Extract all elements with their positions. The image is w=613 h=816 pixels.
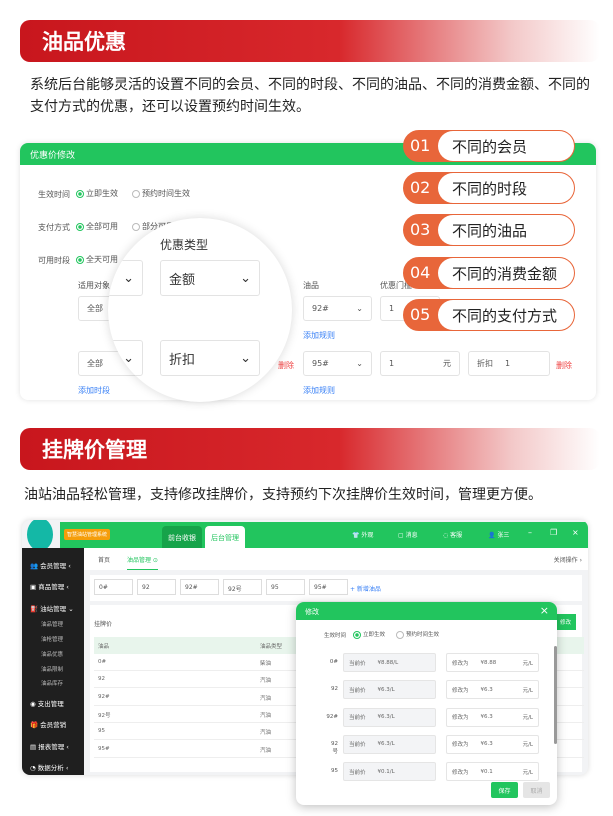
current-price-field: 当前价 ¥6.3/L <box>343 734 436 754</box>
page-tab-home[interactable]: 首页 <box>98 555 110 564</box>
sidebar: 👥 会员管理 ‹ ▣ 商品管理 ‹ ⛽ 油站管理 ⌄ 油品管理 油枪管理 油品优… <box>22 548 84 775</box>
delete-link-3[interactable]: 删除 <box>556 360 572 371</box>
oil-chip[interactable]: 95# <box>309 579 348 595</box>
section2-description: 油站油品轻松管理，支持修改挂牌价，支持预约下次挂牌价生效时间，管理更方便。 <box>24 487 542 503</box>
badge-01: 01 不同的会员 <box>403 130 575 162</box>
oil-chip[interactable]: 92# <box>180 579 219 595</box>
modal-header: 修改 × <box>296 602 557 620</box>
section2-header: 挂牌价管理 <box>20 428 600 470</box>
add-rule-link-1[interactable]: 添加规则 <box>303 330 335 341</box>
logo-icon <box>27 520 53 551</box>
minimize-icon[interactable]: – <box>528 528 532 537</box>
section1-header: 油品优惠 <box>20 20 600 62</box>
modal-oil-label: 92 <box>331 686 338 693</box>
badge-05: 05 不同的支付方式 <box>403 299 575 331</box>
modal-oil-label: 92号 <box>331 740 338 755</box>
add-rule-link-2[interactable]: 添加规则 <box>303 385 335 396</box>
badge-03: 03 不同的油品 <box>403 214 575 246</box>
modal-scrollbar[interactable] <box>554 646 557 744</box>
oil-chip[interactable]: 95 <box>266 579 305 595</box>
target-select-zoom-2[interactable]: ⌄ <box>108 340 143 376</box>
messages-button[interactable]: ▢ 消息 <box>398 530 418 539</box>
page-tab-oil[interactable]: 油品管理 ⊙ <box>127 555 158 570</box>
section1-title: 油品优惠 <box>42 30 126 54</box>
discount-input-2[interactable]: 折扣 1 <box>468 351 550 376</box>
tab-backend[interactable]: 后台管理 <box>205 526 245 548</box>
cancel-button[interactable]: 取消 <box>523 782 550 798</box>
tab-front-cashier[interactable]: 前台收银 <box>162 526 202 548</box>
target-select-zoom[interactable]: ⌄ <box>108 260 143 296</box>
current-price-field: 当前价 ¥6.3/L <box>343 680 436 700</box>
add-period-link[interactable]: 添加时段 <box>78 385 110 396</box>
delete-link-2[interactable]: 删除 <box>278 360 294 371</box>
section1-description: 系统后台能够灵活的设置不同的会员、不同的时段、不同的油品、不同的消费金额、不同的… <box>30 77 590 115</box>
new-price-input[interactable]: 修改为 ¥0.1 元/L <box>446 762 539 782</box>
target-col-label: 适用对象 <box>78 281 110 290</box>
edit-button[interactable]: 修改 <box>554 614 576 630</box>
close-ops[interactable]: 关闭操作 › <box>554 555 582 564</box>
badge-04: 04 不同的消费金额 <box>403 257 575 289</box>
sidebar-item-goods[interactable]: ▣ 商品管理 ‹ <box>30 581 69 591</box>
current-price-field: 当前价 ¥8.88/L <box>343 653 436 672</box>
close-icon[interactable]: × <box>572 528 579 537</box>
section2-title: 挂牌价管理 <box>42 438 147 462</box>
magnifier: 优惠类型 ⌄ 金额 ⌄ ⌄ 折扣 ⌄ <box>108 218 292 402</box>
sidebar-item-members[interactable]: 👥 会员管理 ‹ <box>30 560 71 570</box>
oil-chip[interactable]: 92号 <box>223 579 262 595</box>
modal-oil-label: 95 <box>331 768 338 775</box>
appearance-button[interactable]: 👕 外观 <box>352 530 373 539</box>
sidebar-sub-discount[interactable]: 油品优惠 <box>41 650 63 658</box>
current-price-field: 当前价 ¥6.3/L <box>343 707 436 727</box>
oil-chip[interactable]: 92 <box>137 579 176 595</box>
radio-scheduled[interactable]: 预约时间生效 <box>132 188 190 199</box>
discount-type-select-2[interactable]: 折扣 ⌄ <box>160 340 260 376</box>
page-tabs: 首页 油品管理 ⊙ 关闭操作 › <box>84 548 588 570</box>
oil-select-1[interactable]: 92# ⌄ <box>303 296 372 321</box>
sidebar-item-station[interactable]: ⛽ 油站管理 ⌄ <box>30 603 74 613</box>
user-button[interactable]: 👤 张三 <box>488 530 509 539</box>
sidebar-item-expense[interactable]: ◉ 支出管理 <box>30 698 64 708</box>
period-label: 可用时段 <box>38 256 70 265</box>
sidebar-sub-stock[interactable]: 油品库存 <box>41 679 63 687</box>
new-price-input[interactable]: 修改为 ¥6.3 元/L <box>446 680 539 700</box>
system-name-badge: 智慧油站管理系统 <box>64 529 111 540</box>
support-button[interactable]: ◌ 客服 <box>443 530 462 539</box>
add-oil-link[interactable]: + 新增油品 <box>350 584 381 593</box>
modal-radio-scheduled[interactable]: 预约时间生效 <box>396 630 439 639</box>
app-topbar: 智慧油站管理系统 前台收银 后台管理 👕 外观 ▢ 消息 ◌ 客服 👤 张三 –… <box>60 522 588 548</box>
new-price-input[interactable]: 修改为 ¥6.3 元/L <box>446 734 539 754</box>
radio-all-payment[interactable]: 全部可用 <box>76 221 118 232</box>
threshold-input-2[interactable]: 1元 <box>380 351 460 376</box>
new-price-input[interactable]: 修改为 ¥6.3 元/L <box>446 707 539 727</box>
badge-02: 02 不同的时段 <box>403 172 575 204</box>
edit-modal: 修改 × 生效时间 立即生效 预约时间生效 0# 当前价 ¥8.88/L 修改为 ¥8… <box>296 602 557 805</box>
modal-effective-label: 生效时间 <box>324 633 347 639</box>
table-title: 挂牌价 <box>94 621 113 628</box>
sidebar-sub-limit[interactable]: 油品限制 <box>41 665 63 673</box>
radio-immediate[interactable]: 立即生效 <box>76 188 118 199</box>
restore-icon[interactable]: ❐ <box>550 528 557 537</box>
discount-type-label: 优惠类型 <box>160 238 209 252</box>
oil-col-label: 油品 <box>303 281 319 290</box>
oil-chip[interactable]: 0# <box>94 579 133 595</box>
modal-close-icon[interactable]: × <box>540 604 549 617</box>
oil-select-2[interactable]: 95# ⌄ <box>303 351 372 376</box>
effective-time-label: 生效时间 <box>38 190 70 199</box>
discount-type-select-1[interactable]: 金额 ⌄ <box>160 260 260 296</box>
new-price-input[interactable]: 修改为 ¥8.88 元/L <box>446 653 539 672</box>
sidebar-item-marketing[interactable]: 🎁 会员营销 <box>30 719 66 729</box>
payment-label: 支付方式 <box>38 223 70 232</box>
modal-oil-label: 92# <box>326 713 338 720</box>
current-price-field: 当前价 ¥0.1/L <box>343 762 436 782</box>
modal-radio-immediate[interactable]: 立即生效 <box>353 630 385 639</box>
modal-oil-label: 0# <box>329 659 338 665</box>
save-button[interactable]: 保存 <box>491 782 518 798</box>
sidebar-sub-oil[interactable]: 油品管理 <box>41 620 63 628</box>
sidebar-sub-gun[interactable]: 油枪管理 <box>41 635 63 643</box>
sidebar-item-analytics[interactable]: ◔ 数据分析 ‹ <box>30 762 68 772</box>
sidebar-item-reports[interactable]: ▤ 报表管理 ‹ <box>30 741 69 751</box>
